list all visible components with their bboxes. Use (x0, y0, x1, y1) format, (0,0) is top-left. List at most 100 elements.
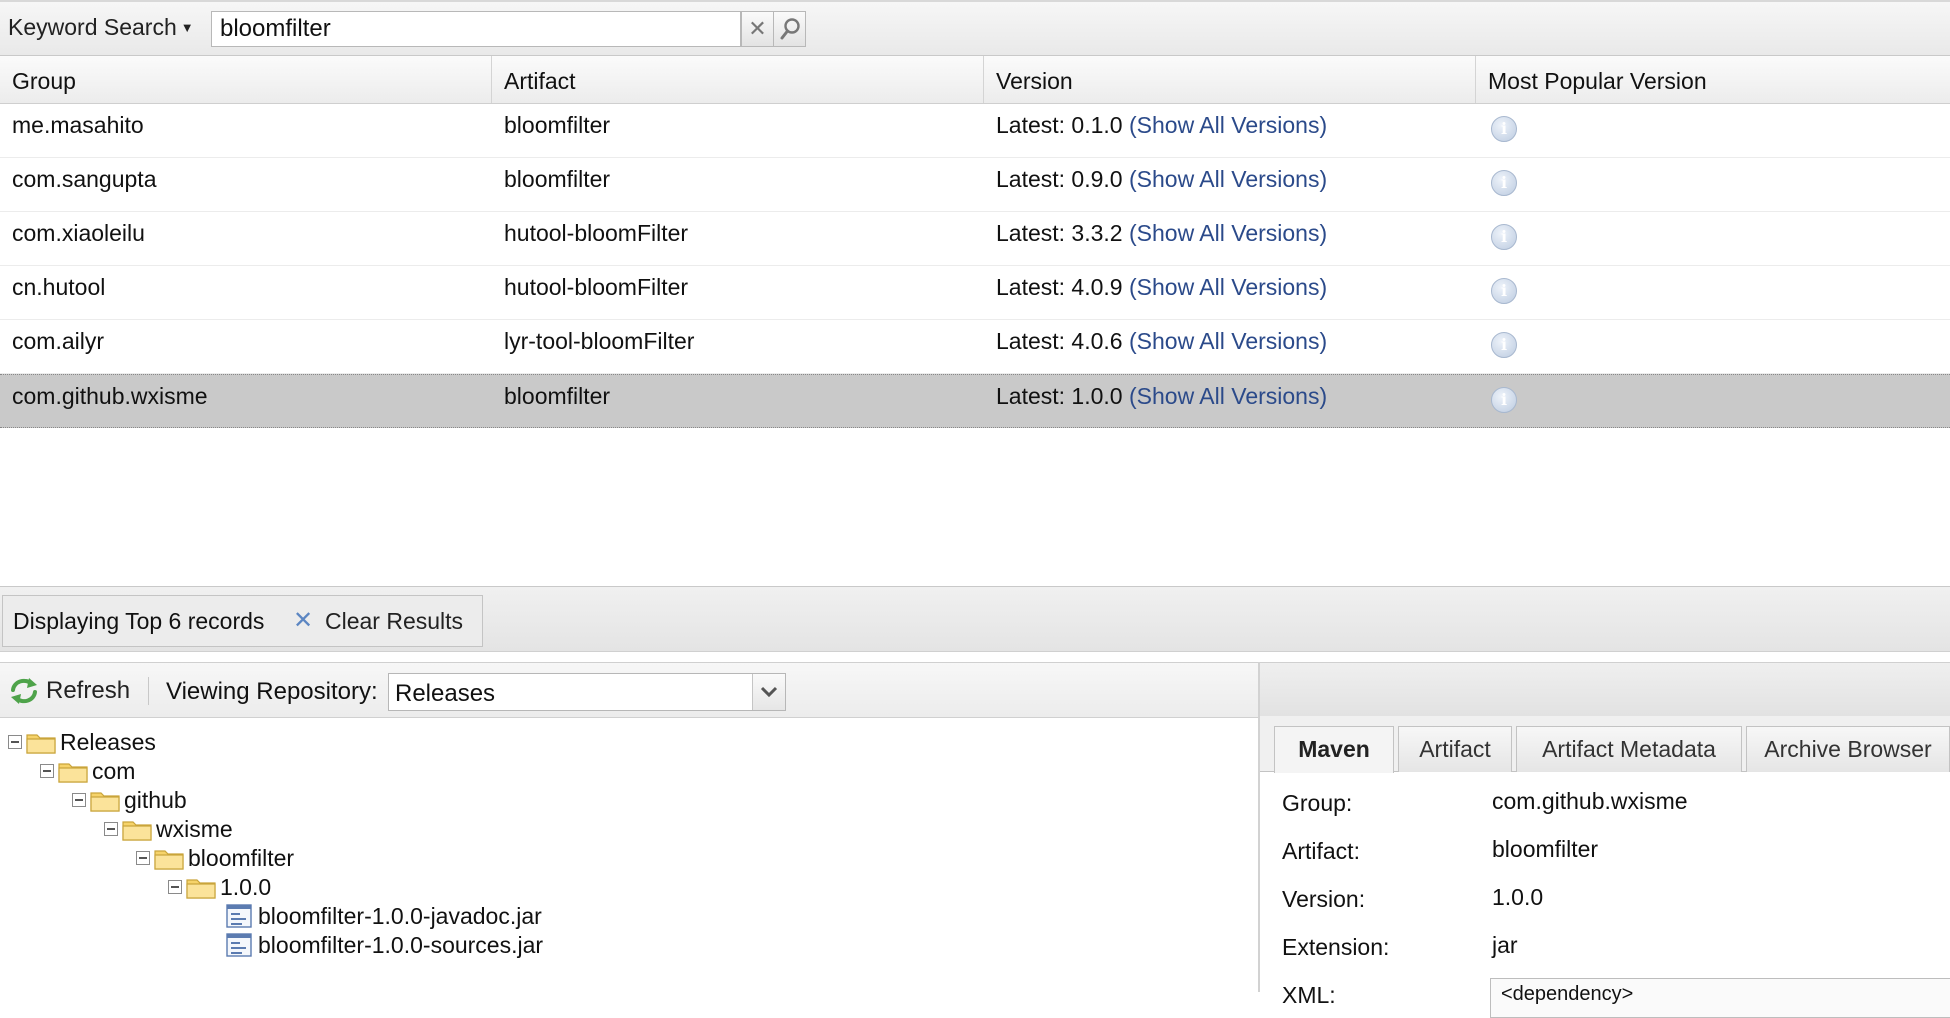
collapse-toggle[interactable] (168, 880, 182, 894)
search-button[interactable] (773, 11, 806, 47)
table-row[interactable]: com.sangupta bloomfilter Latest: 0.9.0 (… (0, 158, 1950, 212)
show-all-versions-link[interactable]: (Show All Versions) (1129, 220, 1327, 246)
info-icon[interactable]: i (1491, 332, 1517, 358)
extension-value: jar (1492, 932, 1518, 958)
info-icon[interactable]: i (1491, 170, 1517, 196)
xml-snippet[interactable]: <dependency> (1490, 978, 1950, 1018)
clear-search-button[interactable]: ✕ (741, 11, 774, 47)
tree-node-sources-jar[interactable]: bloomfilter-1.0.0-sources.jar (226, 930, 543, 960)
show-all-versions-link[interactable]: (Show All Versions) (1129, 383, 1327, 409)
version-cell: Latest: 0.9.0 (Show All Versions) (996, 166, 1327, 193)
show-all-versions-link[interactable]: (Show All Versions) (1129, 274, 1327, 300)
latest-version: Latest: 1.0.0 (996, 383, 1123, 409)
version-cell: Latest: 1.0.0 (Show All Versions) (996, 383, 1327, 410)
show-all-versions-link[interactable]: (Show All Versions) (1129, 328, 1327, 354)
search-mode-menu[interactable]: Keyword Search ▼ (8, 14, 194, 41)
tree-node-releases[interactable]: Releases (8, 727, 156, 757)
folder-icon (90, 792, 120, 812)
latest-version: Latest: 0.1.0 (996, 112, 1123, 138)
collapse-toggle[interactable] (136, 851, 150, 865)
tree-node-bloomfilter[interactable]: bloomfilter (136, 843, 294, 873)
latest-version: Latest: 4.0.6 (996, 328, 1123, 354)
artifact-cell: hutool-bloomFilter (504, 274, 689, 300)
artifact-cell: bloomfilter (504, 383, 611, 409)
tree-node-label: bloomfilter (188, 844, 295, 871)
version-label: Version: (1282, 886, 1366, 912)
repository-toolbar: Refresh Viewing Repository: Releases (0, 662, 1258, 718)
table-row-selected[interactable]: com.github.wxisme bloomfilter Latest: 1.… (0, 374, 1950, 428)
details-tabstrip: Maven Artifact Artifact Metadata Archive… (1260, 716, 1950, 773)
tree-node-github[interactable]: github (72, 785, 187, 815)
tree-node-label: com (92, 757, 136, 784)
search-input[interactable] (211, 11, 741, 47)
group-cell: com.github.wxisme (12, 383, 208, 409)
artifact-cell: bloomfilter (504, 166, 611, 192)
results-status-bar: Displaying Top 6 records ✕ Clear Results (0, 586, 1950, 652)
tab-artifact[interactable]: Artifact (1398, 726, 1512, 772)
folder-icon (122, 821, 152, 841)
artifact-cell: hutool-bloomFilter (504, 220, 689, 246)
tree-node-label: github (124, 786, 187, 813)
refresh-icon (11, 678, 37, 704)
refresh-button[interactable]: Refresh (8, 677, 130, 705)
column-header-most-popular-version[interactable]: Most Popular Version (1476, 56, 1950, 103)
tree-node-version[interactable]: 1.0.0 (168, 872, 271, 902)
show-all-versions-link[interactable]: (Show All Versions) (1129, 112, 1327, 138)
group-cell: com.xiaoleilu (12, 220, 145, 246)
folder-icon (186, 879, 216, 899)
close-icon: ✕ (748, 16, 767, 41)
status-box: Displaying Top 6 records ✕ Clear Results (2, 595, 483, 647)
repository-dropdown-button[interactable] (752, 674, 785, 710)
collapse-toggle[interactable] (72, 793, 86, 807)
table-row[interactable]: cn.hutool hutool-bloomFilter Latest: 4.0… (0, 266, 1950, 320)
viewing-repository-label: Viewing Repository: (166, 678, 378, 705)
tree-node-javadoc-jar[interactable]: bloomfilter-1.0.0-javadoc.jar (226, 901, 542, 931)
records-count-text: Displaying Top 6 records (13, 608, 265, 634)
artifact-cell: bloomfilter (504, 112, 611, 138)
version-value: 1.0.0 (1492, 884, 1544, 910)
table-row[interactable]: me.masahito bloomfilter Latest: 0.1.0 (S… (0, 104, 1950, 158)
chevron-down-icon (760, 686, 778, 698)
group-label: Group: (1282, 790, 1353, 816)
tab-archive-browser[interactable]: Archive Browser (1746, 726, 1950, 772)
artifact-cell: lyr-tool-bloomFilter (504, 328, 695, 354)
details-header (1260, 662, 1950, 716)
collapse-toggle[interactable] (104, 822, 118, 836)
tree-node-label: bloomfilter-1.0.0-javadoc.jar (258, 902, 542, 929)
group-cell: cn.hutool (12, 274, 106, 300)
column-header-artifact[interactable]: Artifact (492, 56, 984, 103)
tab-maven[interactable]: Maven (1274, 726, 1394, 773)
version-cell: Latest: 0.1.0 (Show All Versions) (996, 112, 1327, 139)
column-header-group[interactable]: Group (0, 56, 492, 103)
info-icon[interactable]: i (1491, 116, 1517, 142)
tree-node-com[interactable]: com (40, 756, 135, 786)
tree-node-wxisme[interactable]: wxisme (104, 814, 233, 844)
tree-node-label: bloomfilter-1.0.0-sources.jar (258, 931, 544, 958)
tree-node-label: Releases (60, 728, 156, 755)
tree-node-label: 1.0.0 (220, 873, 272, 900)
collapse-toggle[interactable] (40, 764, 54, 778)
column-header-version[interactable]: Version (984, 56, 1476, 103)
file-icon (226, 933, 252, 957)
artifact-details-panel: Maven Artifact Artifact Metadata Archive… (1260, 662, 1950, 1018)
table-row[interactable]: com.ailyr lyr-tool-bloomFilter Latest: 4… (0, 320, 1950, 374)
tab-artifact-metadata[interactable]: Artifact Metadata (1516, 726, 1742, 772)
refresh-label: Refresh (46, 677, 131, 704)
collapse-toggle[interactable] (8, 735, 22, 749)
folder-icon (58, 763, 88, 783)
info-icon[interactable]: i (1491, 224, 1517, 250)
search-toolbar: Keyword Search▼ ✕ (0, 0, 1950, 56)
info-icon[interactable]: i (1491, 278, 1517, 304)
info-icon[interactable]: i (1491, 387, 1517, 413)
clear-results-button[interactable]: Clear Results (325, 608, 463, 635)
show-all-versions-link[interactable]: (Show All Versions) (1129, 166, 1327, 192)
clear-results-icon[interactable]: ✕ (293, 606, 313, 635)
table-row[interactable]: com.xiaoleilu hutool-bloomFilter Latest:… (0, 212, 1950, 266)
latest-version: Latest: 3.3.2 (996, 220, 1123, 246)
grid-header: Group Artifact Version Most Popular Vers… (0, 56, 1950, 104)
group-cell: com.sangupta (12, 166, 157, 192)
xml-label: XML: (1282, 982, 1336, 1008)
group-cell: com.ailyr (12, 328, 105, 354)
repository-select[interactable]: Releases (388, 673, 786, 711)
artifact-label: Artifact: (1282, 838, 1360, 864)
